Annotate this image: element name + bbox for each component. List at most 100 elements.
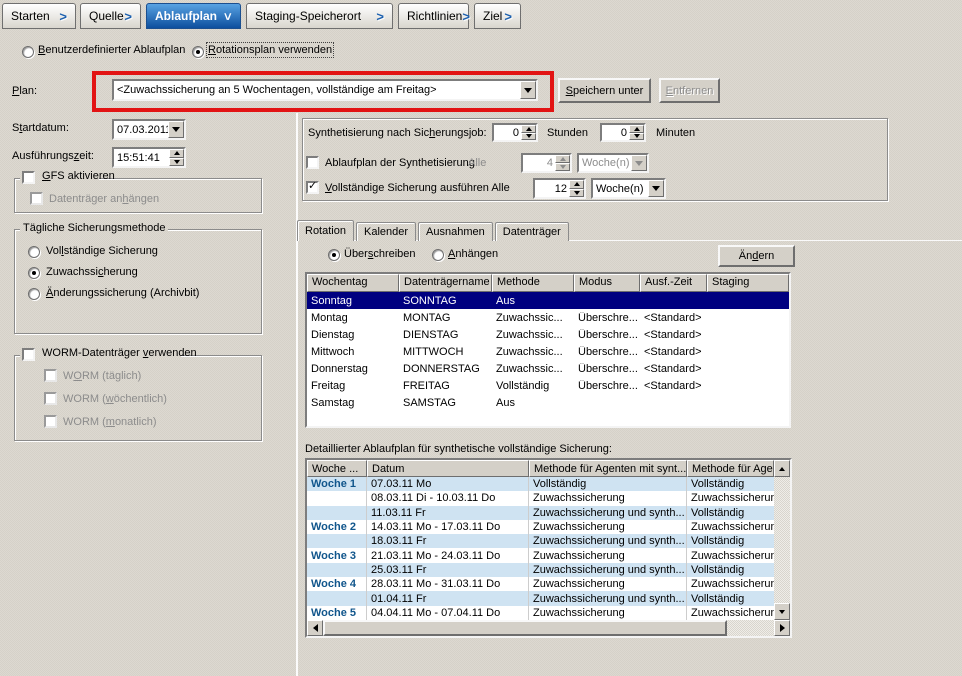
custom-schedule-label[interactable]: Benutzerdefinierter Ablaufplan: [38, 44, 185, 56]
rotation-subtab-datenträger[interactable]: Datenträger: [495, 222, 569, 241]
hours-spin-up-button[interactable]: [521, 125, 536, 133]
plan-combobox[interactable]: <Zuwachssicherung an 5 Wochentagen, voll…: [112, 79, 538, 101]
full-spin-down-button[interactable]: [569, 189, 584, 198]
rotation-schedule-label[interactable]: Rotationsplan verwenden: [208, 44, 332, 56]
remove-button[interactable]: Entfernen: [659, 78, 720, 103]
time-spin-up-button[interactable]: [169, 149, 184, 158]
unit-dropdown-button[interactable]: [631, 155, 647, 171]
rotation-table-row[interactable]: MittwochMITTWOCHZuwachssic...Überschre..…: [307, 343, 789, 360]
rotation-column-header[interactable]: Ausf.-Zeit: [640, 274, 707, 292]
detail-table-row[interactable]: Woche 107.03.11 MoVollständigVollständig: [307, 477, 774, 491]
synthesis-schedule-label[interactable]: Ablaufplan der Synthetisierung: [325, 157, 475, 169]
full-backup-radio[interactable]: [28, 246, 40, 258]
full-unit-combobox[interactable]: Woche(n): [591, 178, 666, 199]
unit-dropdown-button[interactable]: [648, 180, 664, 197]
hours-spin-down-button[interactable]: [521, 133, 536, 141]
worm-weekly-checkbox[interactable]: [44, 392, 57, 405]
rotation-subtab-ausnahmen[interactable]: Ausnahmen: [418, 222, 493, 241]
append-radio[interactable]: [432, 249, 444, 261]
detail-column-header[interactable]: Methode für Agenten mit synt...: [529, 460, 687, 477]
detail-table-row[interactable]: 25.03.11 FrZuwachssicherung und synth...…: [307, 563, 774, 577]
worm-daily-checkbox[interactable]: [44, 369, 57, 382]
wizard-tab-staging-speicherort[interactable]: Staging-Speicherort>: [246, 3, 393, 29]
incremental-backup-radio[interactable]: [28, 267, 40, 279]
start-date-combobox[interactable]: 07.03.2011: [112, 119, 186, 140]
full-backup-every-checkbox[interactable]: ✓: [306, 181, 319, 194]
worm-label[interactable]: WORM-Datenträger verwenden: [42, 347, 197, 359]
rotation-column-header[interactable]: Modus: [574, 274, 640, 292]
scroll-left-button[interactable]: [307, 620, 323, 636]
rotation-table-row[interactable]: FreitagFREITAGVollständigÜberschre...<St…: [307, 377, 789, 394]
run-time-spinner[interactable]: 15:51:41: [112, 147, 186, 168]
wizard-tab-ablaufplan[interactable]: Ablaufplan>: [146, 3, 241, 29]
detail-table-row[interactable]: 01.04.11 FrZuwachssicherung und synth...…: [307, 591, 774, 605]
interval-spin-down-button[interactable]: [555, 163, 570, 171]
detail-table-row[interactable]: Woche 428.03.11 Mo - 31.03.11 DoZuwachss…: [307, 577, 774, 591]
minutes-spinner[interactable]: 0: [600, 123, 646, 142]
wizard-tab-ziel[interactable]: Ziel>: [474, 3, 521, 29]
differential-backup-radio[interactable]: [28, 288, 40, 300]
append-label[interactable]: Anhängen: [448, 248, 498, 260]
detail-table-row[interactable]: Woche 214.03.11 Mo - 17.03.11 DoZuwachss…: [307, 520, 774, 534]
full-interval-spinner[interactable]: 12: [533, 178, 586, 199]
full-backup-label[interactable]: Vollständige Sicherung: [46, 245, 158, 257]
detail-table-body: Woche 107.03.11 MoVollständigVollständig…: [307, 477, 774, 620]
horizontal-scrollbar[interactable]: [307, 620, 790, 636]
wizard-tab-starten[interactable]: Starten>: [2, 3, 76, 29]
wizard-tab-quelle[interactable]: Quelle>: [80, 3, 141, 29]
append-media-checkbox[interactable]: [30, 192, 43, 205]
detail-table-row[interactable]: Woche 504.04.11 Mo - 07.04.11 DoZuwachss…: [307, 606, 774, 620]
detail-table-row[interactable]: 11.03.11 FrZuwachssicherung und synth...…: [307, 506, 774, 520]
overwrite-radio[interactable]: [328, 249, 340, 261]
scroll-up-button[interactable]: [774, 460, 790, 477]
save-as-button[interactable]: Speichern unter: [558, 78, 651, 103]
date-dropdown-button[interactable]: [168, 121, 184, 138]
synthesis-schedule-checkbox[interactable]: [306, 156, 319, 169]
custom-schedule-radio[interactable]: [22, 46, 34, 58]
differential-backup-label[interactable]: Änderungssicherung (Archivbit): [46, 287, 199, 299]
rotation-schedule-radio[interactable]: [192, 46, 204, 58]
detail-column-header[interactable]: Woche ...: [307, 460, 367, 477]
minutes-spin-up-button[interactable]: [629, 125, 644, 133]
worm-monthly-checkbox[interactable]: [44, 415, 57, 428]
worm-checkbox[interactable]: [22, 348, 35, 361]
rotation-subtab-kalender[interactable]: Kalender: [356, 222, 416, 241]
overwrite-label[interactable]: Überschreiben: [344, 248, 416, 260]
gfs-checkbox[interactable]: [22, 171, 35, 184]
rotation-table-row[interactable]: SonntagSONNTAGAus: [307, 292, 789, 309]
modify-button[interactable]: Ändern: [718, 245, 795, 267]
scroll-down-button[interactable]: [774, 603, 790, 620]
interval-spin-up-button[interactable]: [555, 155, 570, 163]
rotation-table-row[interactable]: SamstagSAMSTAGAus: [307, 394, 789, 411]
full-backup-every-label[interactable]: Vollständige Sicherung ausführen Alle: [325, 182, 510, 194]
full-spin-up-button[interactable]: [569, 180, 584, 189]
detail-table-row[interactable]: Woche 321.03.11 Mo - 24.03.11 DoZuwachss…: [307, 548, 774, 562]
rotation-column-header[interactable]: Datenträgername: [399, 274, 492, 292]
minutes-spin-down-button[interactable]: [629, 133, 644, 141]
synthesis-unit-combobox[interactable]: Woche(n): [577, 153, 649, 173]
plan-dropdown-button[interactable]: [520, 81, 536, 99]
rotation-column-header[interactable]: Staging: [707, 274, 789, 292]
detail-table-row[interactable]: 18.03.11 FrZuwachssicherung und synth...…: [307, 534, 774, 548]
vertical-scrollbar[interactable]: [774, 460, 790, 620]
gfs-label[interactable]: GFS aktivieren: [42, 170, 115, 182]
incremental-backup-label[interactable]: Zuwachssicherung: [46, 266, 138, 278]
rotation-column-header[interactable]: Wochentag: [307, 274, 399, 292]
detail-column-header[interactable]: Datum: [367, 460, 529, 477]
vertical-scroll-track[interactable]: [774, 477, 790, 603]
rotation-table-row[interactable]: MontagMONTAGZuwachssic...Überschre...<St…: [307, 309, 789, 326]
horizontal-scroll-thumb[interactable]: [323, 620, 727, 636]
synthesis-interval-spinner[interactable]: 4: [521, 153, 572, 173]
rotation-table-row[interactable]: DienstagDIENSTAGZuwachssic...Überschre..…: [307, 326, 789, 343]
hours-spinner[interactable]: 0: [492, 123, 538, 142]
wizard-tab-richtlinien[interactable]: Richtlinien>: [398, 3, 469, 29]
time-spin-down-button[interactable]: [169, 158, 184, 167]
rotation-table-row[interactable]: DonnerstagDONNERSTAGZuwachssic...Übersch…: [307, 360, 789, 377]
detail-table-row[interactable]: 08.03.11 Di - 10.03.11 DoZuwachssicherun…: [307, 491, 774, 505]
horizontal-scroll-track[interactable]: [727, 620, 774, 636]
rotation-subtab-rotation[interactable]: Rotation: [297, 220, 354, 241]
rotation-column-header[interactable]: Methode: [492, 274, 574, 292]
detail-column-header[interactable]: Methode für Ager: [687, 460, 774, 477]
detail-cell: Zuwachssicherung: [529, 606, 687, 620]
scroll-right-button[interactable]: [774, 620, 790, 636]
